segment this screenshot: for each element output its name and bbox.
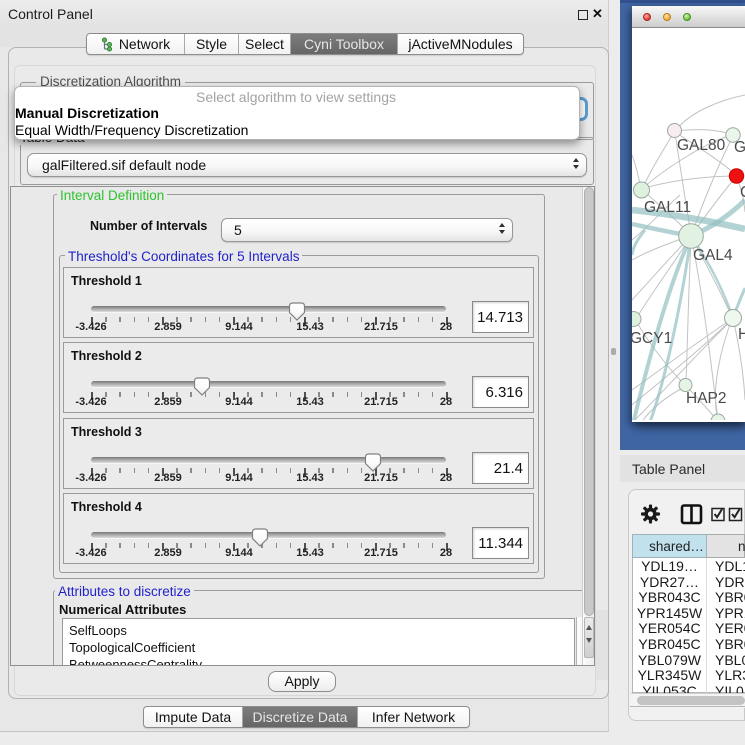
svg-text:H: H xyxy=(738,326,745,343)
svg-text:HAP2: HAP2 xyxy=(686,390,727,407)
svg-text:GCY1: GCY1 xyxy=(632,330,672,347)
svg-text:GAL4: GAL4 xyxy=(693,247,733,264)
svg-text:GAL11: GAL11 xyxy=(644,199,691,216)
svg-text:C: C xyxy=(740,184,745,201)
svg-text:GAL80: GAL80 xyxy=(677,137,726,154)
svg-text:G…: G… xyxy=(734,139,745,156)
